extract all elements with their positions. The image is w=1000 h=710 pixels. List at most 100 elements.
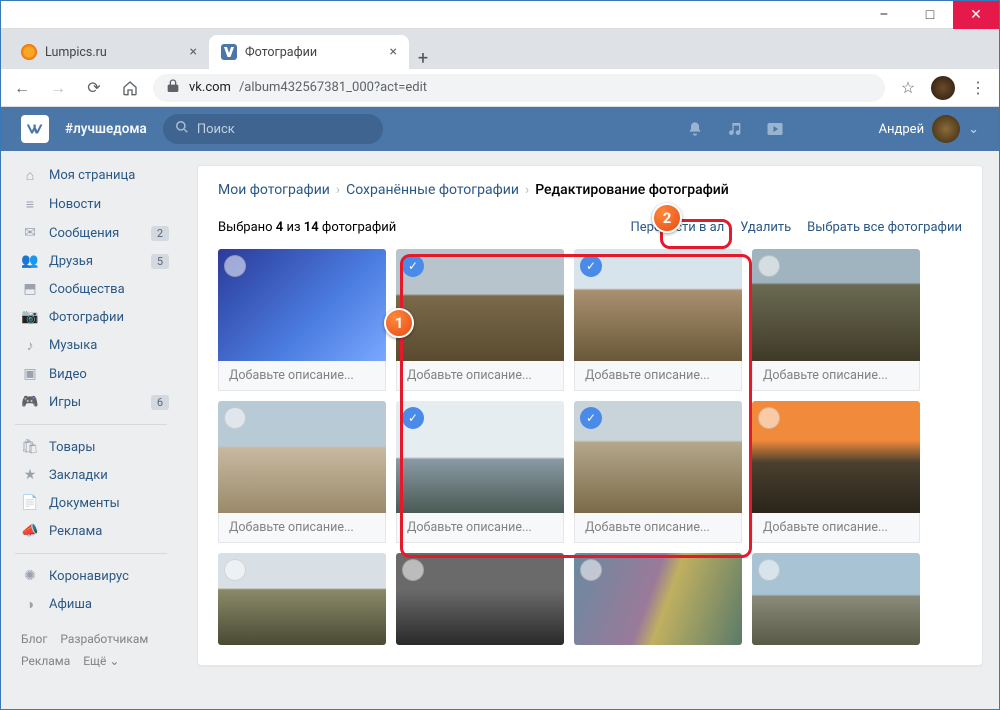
- sidebar-item[interactable]: ◑Афиша: [1, 590, 181, 619]
- photo-select-checkbox[interactable]: [758, 255, 780, 277]
- photo-thumbnail[interactable]: [218, 249, 386, 361]
- sidebar-item-icon: 📷: [21, 309, 39, 325]
- move-to-album-link[interactable]: Перенести в ал: [630, 220, 724, 235]
- photo-caption-input[interactable]: Добавьте описание...: [752, 361, 920, 391]
- chevron-right-icon: ›: [336, 182, 340, 198]
- delete-link[interactable]: Удалить: [740, 220, 791, 235]
- photo-select-checkbox[interactable]: [402, 559, 424, 581]
- photo-thumbnail[interactable]: [574, 553, 742, 645]
- vk-avatar: [932, 115, 960, 143]
- select-all-link[interactable]: Выбрать все фотографии: [807, 220, 962, 235]
- photo-card: [574, 553, 742, 645]
- photo-select-checkbox[interactable]: [224, 255, 246, 277]
- nav-forward-button[interactable]: →: [45, 75, 71, 101]
- footer-ads-link[interactable]: Реклама: [21, 654, 70, 668]
- photo-thumbnail[interactable]: ✓: [574, 401, 742, 513]
- photo-caption-input[interactable]: Добавьте описание...: [574, 361, 742, 391]
- photo-select-checkbox[interactable]: [758, 407, 780, 429]
- photo-card: ✓ Добавьте описание...: [396, 401, 564, 543]
- sidebar-item[interactable]: ▣Видео: [1, 360, 181, 388]
- vk-search-input[interactable]: Поиск: [163, 114, 383, 144]
- music-icon[interactable]: [723, 121, 747, 137]
- browser-menu-button[interactable]: ⋮: [965, 75, 991, 101]
- tab-close-icon[interactable]: ×: [390, 44, 397, 60]
- photo-thumbnail[interactable]: ✓: [396, 401, 564, 513]
- vk-content: Мои фотографии › Сохранённые фотографии …: [181, 151, 999, 709]
- sidebar-item[interactable]: ⌂Моя страница: [1, 161, 181, 190]
- vk-hashtag[interactable]: #лучшедома: [65, 121, 147, 137]
- photo-thumbnail[interactable]: [218, 401, 386, 513]
- browser-tab-lumpics[interactable]: Lumpics.ru ×: [9, 35, 209, 69]
- sidebar-item[interactable]: ✺Коронавирус: [1, 562, 181, 590]
- favicon-lumpics: [21, 44, 37, 60]
- photo-thumbnail[interactable]: [752, 553, 920, 645]
- photo-select-checkbox[interactable]: ✓: [580, 255, 602, 277]
- sidebar-item[interactable]: 📷Фотографии: [1, 303, 181, 331]
- sidebar-item[interactable]: ✉Сообщения2: [1, 219, 181, 247]
- nav-back-button[interactable]: ←: [9, 75, 35, 101]
- footer-devs-link[interactable]: Разработчикам: [60, 632, 148, 646]
- window-maximize-button[interactable]: □: [907, 1, 953, 29]
- nav-home-button[interactable]: [117, 75, 143, 101]
- photo-card: [218, 553, 386, 645]
- breadcrumb-saved-photos[interactable]: Сохранённые фотографии: [346, 182, 519, 198]
- new-tab-button[interactable]: +: [409, 48, 437, 69]
- photo-select-checkbox[interactable]: ✓: [402, 255, 424, 277]
- sidebar-item[interactable]: 📣Реклама: [1, 517, 181, 545]
- photo-caption-input[interactable]: Добавьте описание...: [396, 361, 564, 391]
- footer-more-link[interactable]: Ещё ⌄: [83, 654, 119, 668]
- photo-thumbnail[interactable]: [218, 553, 386, 645]
- sidebar-item-icon: ✺: [21, 568, 39, 584]
- photo-caption-input[interactable]: Добавьте описание...: [396, 513, 564, 543]
- sidebar-item[interactable]: ≡Новости: [1, 190, 181, 219]
- vk-user-menu[interactable]: Андрей ⌄: [879, 115, 979, 143]
- photo-caption-input[interactable]: Добавьте описание...: [218, 361, 386, 391]
- tab-close-icon[interactable]: ×: [190, 44, 197, 60]
- vk-header: #лучшедома Поиск Андрей ⌄: [1, 107, 999, 151]
- footer-blog-link[interactable]: Блог: [21, 632, 47, 646]
- favicon-vk: [221, 44, 237, 60]
- vk-logo[interactable]: [21, 115, 49, 143]
- vk-body: ⌂Моя страница≡Новости✉Сообщения2👥Друзья5…: [1, 151, 999, 709]
- photo-select-checkbox[interactable]: ✓: [402, 407, 424, 429]
- breadcrumb-my-photos[interactable]: Мои фотографии: [218, 182, 330, 198]
- chevron-right-icon: ›: [525, 182, 529, 198]
- sidebar-item[interactable]: ♪Музыка: [1, 331, 181, 360]
- photo-thumbnail[interactable]: ✓: [396, 249, 564, 361]
- sidebar-item[interactable]: 🎮Игры6: [1, 388, 181, 416]
- selection-row: Выбрано 4 из 14 фотографий Перенести в а…: [218, 220, 962, 235]
- sidebar-footer: Блог Разработчикам Реклама Ещё ⌄: [1, 619, 181, 682]
- photo-thumbnail[interactable]: [752, 249, 920, 361]
- window-close-button[interactable]: ✕: [953, 1, 999, 29]
- photo-select-checkbox[interactable]: [580, 559, 602, 581]
- photo-thumbnail[interactable]: ✓: [574, 249, 742, 361]
- bookmark-star-button[interactable]: ☆: [895, 75, 921, 101]
- sidebar-item[interactable]: ★Закладки: [1, 461, 181, 489]
- photo-select-checkbox[interactable]: ✓: [580, 407, 602, 429]
- address-field[interactable]: vk.com/album432567381_000?act=edit: [153, 74, 885, 102]
- photo-caption-input[interactable]: Добавьте описание...: [752, 513, 920, 543]
- notifications-icon[interactable]: [683, 121, 707, 137]
- photo-select-checkbox[interactable]: [758, 559, 780, 581]
- photo-select-checkbox[interactable]: [224, 559, 246, 581]
- photo-caption-input[interactable]: Добавьте описание...: [218, 513, 386, 543]
- photo-card: Добавьте описание...: [218, 401, 386, 543]
- sidebar-badge: 5: [151, 254, 169, 269]
- photo-select-checkbox[interactable]: [224, 407, 246, 429]
- photo-card: [396, 553, 564, 645]
- sidebar-item[interactable]: 🛍Товары: [1, 433, 181, 461]
- window-minimize-button[interactable]: –: [861, 1, 907, 29]
- sidebar-item[interactable]: 👥Друзья5: [1, 247, 181, 275]
- sidebar-item-label: Моя страница: [49, 168, 135, 183]
- photo-caption-input[interactable]: Добавьте описание...: [574, 513, 742, 543]
- video-play-icon[interactable]: [763, 120, 787, 138]
- photo-thumbnail[interactable]: [752, 401, 920, 513]
- sidebar-item[interactable]: 📄Документы: [1, 489, 181, 517]
- sidebar-item[interactable]: ⬒Сообщества: [1, 275, 181, 303]
- vk-sidebar: ⌂Моя страница≡Новости✉Сообщения2👥Друзья5…: [1, 151, 181, 709]
- nav-reload-button[interactable]: ⟳: [81, 75, 107, 101]
- sidebar-item-label: Реклама: [49, 524, 102, 539]
- browser-profile-avatar[interactable]: [931, 76, 955, 100]
- photo-thumbnail[interactable]: [396, 553, 564, 645]
- browser-tab-vk-photos[interactable]: Фотографии ×: [209, 35, 409, 69]
